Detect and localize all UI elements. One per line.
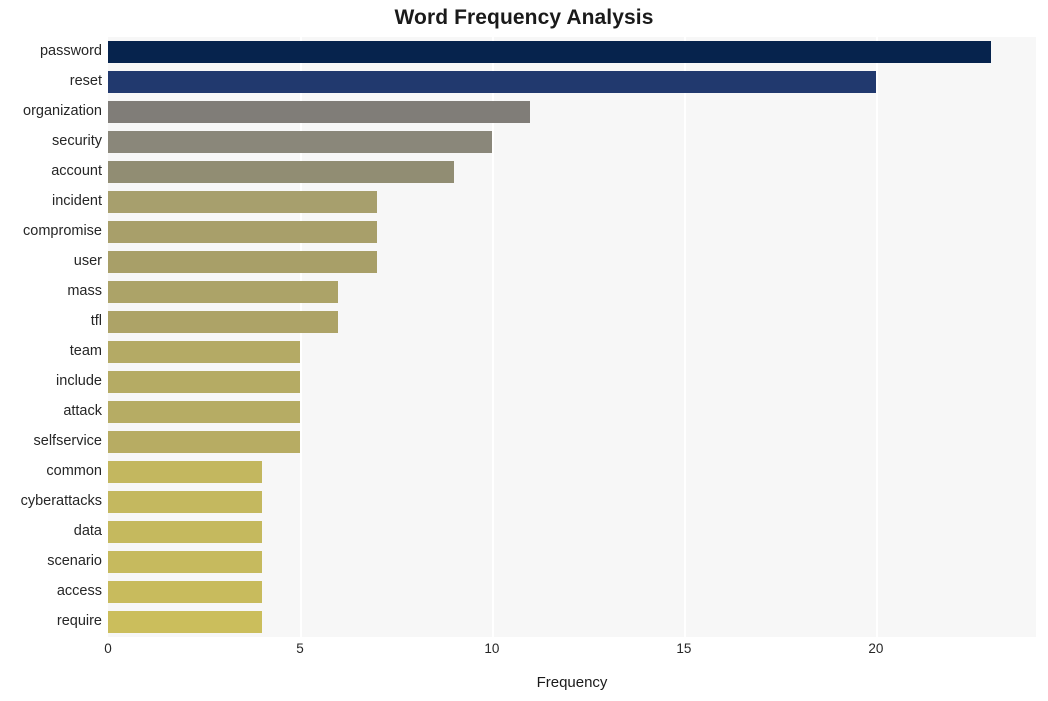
bar-access xyxy=(108,581,262,603)
bar-row xyxy=(108,277,1036,306)
y-tick-label-scenario: scenario xyxy=(47,553,102,569)
bar-row xyxy=(108,457,1036,486)
bar-cyberattacks xyxy=(108,491,262,513)
bar-scenario xyxy=(108,551,262,573)
y-tick-label-incident: incident xyxy=(52,193,102,209)
x-axis-label: Frequency xyxy=(536,674,608,691)
bar-row xyxy=(108,97,1036,126)
y-tick-label-access: access xyxy=(56,583,102,599)
x-tick-label-0: 0 xyxy=(104,641,112,656)
x-tick-label-5: 5 xyxy=(296,641,304,656)
bar-row xyxy=(108,37,1036,66)
y-tick-label-team: team xyxy=(69,343,102,359)
bar-row xyxy=(108,487,1036,516)
bar-row xyxy=(108,157,1036,186)
bar-require xyxy=(108,611,262,633)
bar-compromise xyxy=(108,221,377,243)
y-tick-label-organization: organization xyxy=(23,103,102,119)
bar-team xyxy=(108,341,300,363)
y-tick-label-user: user xyxy=(73,253,102,269)
bar-row xyxy=(108,427,1036,456)
chart-title: Word Frequency Analysis xyxy=(394,6,654,29)
y-tick-label-attack: attack xyxy=(63,403,102,419)
bar-include xyxy=(108,371,300,393)
bar-organization xyxy=(108,101,531,123)
x-tick-label-15: 15 xyxy=(676,641,692,656)
y-tick-label-include: include xyxy=(56,373,102,389)
bar-data xyxy=(108,521,262,543)
bar-row xyxy=(108,217,1036,246)
bar-row xyxy=(108,187,1036,216)
y-tick-label-common: common xyxy=(46,463,102,479)
y-tick-label-compromise: compromise xyxy=(23,223,102,239)
y-tick-label-account: account xyxy=(51,163,102,179)
bar-row xyxy=(108,577,1036,606)
bar-reset xyxy=(108,71,876,93)
y-tick-label-selfservice: selfservice xyxy=(33,433,103,449)
bar-user xyxy=(108,251,377,273)
bar-row xyxy=(108,127,1036,156)
y-tick-label-data: data xyxy=(73,523,102,539)
y-tick-label-cyberattacks: cyberattacks xyxy=(20,493,102,509)
y-tick-label-tfl: tfl xyxy=(90,313,102,329)
plot-area xyxy=(108,37,1036,637)
bar-row xyxy=(108,547,1036,576)
bar-security xyxy=(108,131,492,153)
bars-layer xyxy=(108,37,1036,637)
bar-attack xyxy=(108,401,300,423)
bar-row xyxy=(108,247,1036,276)
bar-row xyxy=(108,397,1036,426)
bar-mass xyxy=(108,281,339,303)
x-axis-tick-labels: 0 5 10 15 20 xyxy=(0,641,1048,665)
bar-row xyxy=(108,307,1036,336)
bar-incident xyxy=(108,191,377,213)
y-tick-label-security: security xyxy=(52,133,102,149)
bar-row xyxy=(108,337,1036,366)
bar-password xyxy=(108,41,992,63)
y-tick-label-reset: reset xyxy=(69,73,102,89)
y-tick-label-mass: mass xyxy=(67,283,102,299)
y-axis-tick-labels: password reset organization security account… xyxy=(0,37,102,637)
bar-selfservice xyxy=(108,431,300,453)
bar-common xyxy=(108,461,262,483)
bar-account xyxy=(108,161,454,183)
word-frequency-chart-figure: Word Frequency Analysis password reset org… xyxy=(0,0,1048,701)
bar-row xyxy=(108,607,1036,636)
y-tick-label-require: require xyxy=(56,613,102,629)
x-tick-label-20: 20 xyxy=(868,641,884,656)
bar-row xyxy=(108,517,1036,546)
x-tick-label-10: 10 xyxy=(484,641,500,656)
y-tick-label-password: password xyxy=(39,43,102,59)
bar-row xyxy=(108,67,1036,96)
bar-row xyxy=(108,367,1036,396)
bar-tfl xyxy=(108,311,339,333)
